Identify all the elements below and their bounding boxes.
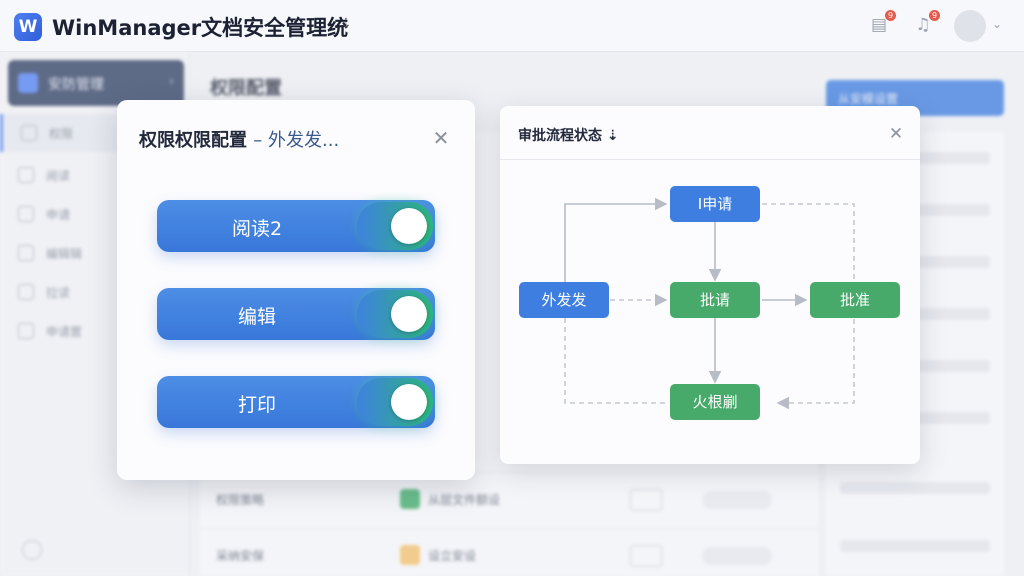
row-label: 权限策略	[216, 493, 265, 507]
title-dropdown-icon[interactable]: ⇣	[607, 128, 619, 144]
sidebar-item-label: 权限	[49, 127, 74, 141]
switch[interactable]	[357, 378, 433, 426]
connector	[564, 197, 668, 282]
chevron-right-icon: ›	[169, 74, 174, 88]
dialog-subtitle: – 外发发...	[253, 130, 340, 151]
app-title: WinManager文档安全管理统	[52, 16, 349, 40]
table-row[interactable]: 采纳安保 设立安设	[200, 528, 818, 576]
dialog-title: 审批流程状态 ⇣	[518, 125, 619, 145]
flow-node-fire-control[interactable]: 火根剻	[670, 384, 760, 420]
sidebar-item-label: 拉读	[46, 286, 71, 300]
close-icon[interactable]: ✕	[886, 124, 906, 144]
panel-row	[840, 540, 990, 552]
flow-node-review[interactable]: 批请	[670, 282, 760, 318]
close-icon[interactable]: ✕	[431, 128, 451, 148]
checkbox[interactable]	[400, 489, 420, 509]
row-text: 设立安设	[428, 549, 477, 563]
title-dropdown-icon[interactable]: ⇣	[340, 16, 352, 32]
top-bar: W WinManager文档安全管理统 ⇣ ▤ 9 ♫ 9 ⌄	[0, 0, 1024, 52]
sidebar-item-label: 申请置	[46, 325, 83, 339]
sidebar-header-label: 安防管理	[48, 77, 104, 93]
checkbox[interactable]	[400, 545, 420, 565]
permission-config-dialog: 权限权限配置 – 外发发... ✕ 阅读2 编辑 打印	[117, 100, 475, 480]
panel-row	[840, 482, 990, 494]
sidebar-item-label: 编辑辑	[46, 247, 83, 261]
add-icon[interactable]	[22, 540, 42, 560]
file-icon	[18, 206, 34, 222]
page-title: 权限配置	[210, 78, 282, 99]
app-logo: W	[14, 13, 42, 41]
toggle-pill[interactable]	[702, 491, 772, 509]
bell-icon[interactable]: ♫ 9	[912, 10, 940, 36]
toggle-print[interactable]: 打印	[157, 376, 435, 428]
flow-node-approve[interactable]: 批准	[810, 282, 900, 318]
switch-knob[interactable]	[391, 384, 427, 420]
toggle-label: 阅读2	[231, 218, 283, 240]
monitor-icon	[630, 545, 662, 567]
switch-knob[interactable]	[391, 296, 427, 332]
shield-icon	[18, 73, 38, 93]
toggle-read[interactable]: 阅读2	[157, 200, 435, 252]
flow-node-outgoing[interactable]: 外发发	[519, 282, 609, 318]
monitor-icon	[630, 489, 662, 511]
table-row[interactable]: 权限策略 从层文件额设	[200, 472, 818, 526]
connector	[564, 318, 666, 404]
notification-badge: 9	[929, 10, 940, 21]
toggle-edit[interactable]: 编辑	[157, 288, 435, 340]
dialog-header: 审批流程状态 ⇣ ✕	[500, 106, 920, 160]
toggle-label: 编辑	[237, 306, 276, 328]
switch-knob[interactable]	[391, 208, 427, 244]
chevron-down-icon[interactable]: ⌄	[992, 17, 1002, 31]
avatar[interactable]	[954, 10, 986, 42]
dialog-title-text: 审批流程状态	[518, 128, 602, 144]
approval-flow-dialog: 审批流程状态 ⇣ ✕ I申请 外发发 批请 批准 火根剻	[500, 106, 920, 464]
gear-icon	[18, 323, 34, 339]
monitor-icon	[18, 167, 34, 183]
bar-chart-icon	[18, 245, 34, 261]
list-icon	[18, 284, 34, 300]
grid-icon	[21, 125, 37, 141]
row-text: 从层文件额设	[428, 493, 501, 507]
document-icon[interactable]: ▤ 9	[868, 10, 896, 36]
flow-node-apply[interactable]: I申请	[670, 186, 760, 222]
sidebar-item-label: 阅读	[46, 169, 71, 183]
toggle-label: 打印	[237, 394, 276, 416]
switch[interactable]	[357, 202, 433, 250]
sidebar-item-label: 申请	[46, 208, 71, 222]
toggle-pill[interactable]	[702, 547, 772, 565]
switch[interactable]	[357, 290, 433, 338]
notification-badge: 9	[885, 10, 896, 21]
dialog-title-text: 权限权限配置	[139, 130, 247, 151]
row-label: 采纳安保	[216, 549, 265, 563]
dialog-title: 权限权限配置 – 外发发...	[139, 126, 339, 152]
